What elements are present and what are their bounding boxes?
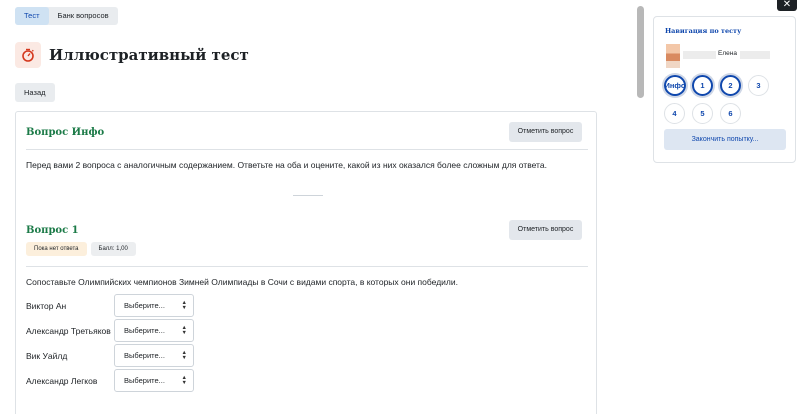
- nav-button-6[interactable]: 6: [720, 103, 741, 124]
- page-title: Иллюстративный тест: [49, 46, 249, 64]
- tab-question-bank[interactable]: Банк вопросов: [49, 7, 118, 25]
- match-row: Виктор Ан Выберите... ▲ ▼: [26, 294, 194, 317]
- finish-attempt-button[interactable]: Закончить попытку...: [664, 129, 786, 150]
- match-select[interactable]: Выберите... ▲ ▼: [114, 294, 194, 317]
- page-header: Иллюстративный тест: [15, 40, 249, 70]
- select-value: Выберите...: [124, 301, 165, 310]
- match-label: Вик Уайлд: [26, 350, 68, 361]
- stopwatch-icon: [15, 42, 41, 68]
- quiz-navigation-panel: Навигация по тесту Елена Инфо 1 2 3 4 5 …: [653, 16, 796, 163]
- separator: [293, 195, 323, 196]
- match-row: Вик Уайлд Выберите... ▲ ▼: [26, 344, 194, 367]
- quiz-navigation-title: Навигация по тесту: [665, 27, 742, 35]
- nav-button-info[interactable]: Инфо: [664, 75, 686, 96]
- match-row: Александр Третьяков Выберите... ▲ ▼: [26, 319, 194, 342]
- avatar: [666, 44, 680, 68]
- match-select[interactable]: Выберите... ▲ ▼: [114, 319, 194, 342]
- nav-button-2[interactable]: 2: [720, 75, 741, 96]
- nav-button-5[interactable]: 5: [692, 103, 713, 124]
- select-value: Выберите...: [124, 351, 165, 360]
- question-info-header: Вопрос Инфо Отметить вопрос: [26, 122, 582, 142]
- grade-badge: Балл: 1,00: [90, 242, 136, 256]
- question-1-info: Пока нет ответа Балл: 1,00: [26, 242, 136, 256]
- flag-question-button[interactable]: Отметить вопрос: [509, 220, 582, 240]
- divider: [26, 266, 588, 267]
- question-1-title: Вопрос 1: [26, 224, 79, 236]
- match-select[interactable]: Выберите... ▲ ▼: [114, 369, 194, 392]
- question-1-text: Сопоставьте Олимпийских чемпионов Зимней…: [26, 277, 458, 287]
- nav-button-4[interactable]: 4: [664, 103, 685, 124]
- question-info-text: Перед вами 2 вопроса с аналогичным содер…: [26, 160, 547, 170]
- select-value: Выберите...: [124, 376, 165, 385]
- question-card: Вопрос Инфо Отметить вопрос Перед вами 2…: [15, 111, 597, 414]
- status-badge: Пока нет ответа: [26, 242, 87, 256]
- match-label: Александр Третьяков: [26, 325, 111, 336]
- secondary-navigation: Тест Банк вопросов: [15, 7, 118, 25]
- nav-button-1[interactable]: 1: [692, 75, 713, 96]
- match-label: Виктор Ан: [26, 300, 67, 311]
- blurred-name: [683, 51, 716, 59]
- flag-question-button[interactable]: Отметить вопрос: [509, 122, 582, 142]
- select-value: Выберите...: [124, 326, 165, 335]
- question-1-header: Вопрос 1 Отметить вопрос: [26, 220, 582, 240]
- close-icon[interactable]: ✕: [777, 0, 797, 11]
- question-info-title: Вопрос Инфо: [26, 126, 105, 138]
- match-row: Александр Легков Выберите... ▲ ▼: [26, 369, 194, 392]
- match-label: Александр Легков: [26, 375, 98, 386]
- select-arrows-icon: ▲ ▼: [181, 299, 187, 311]
- user-name: Елена: [718, 50, 737, 57]
- tab-quiz[interactable]: Тест: [15, 7, 49, 25]
- blurred-name: [740, 51, 770, 59]
- select-arrows-icon: ▲ ▼: [181, 349, 187, 361]
- back-button[interactable]: Назад: [15, 83, 55, 102]
- match-select[interactable]: Выберите... ▲ ▼: [114, 344, 194, 367]
- divider: [26, 149, 588, 150]
- select-arrows-icon: ▲ ▼: [181, 324, 187, 336]
- select-arrows-icon: ▲ ▼: [181, 374, 187, 386]
- page-scrollbar[interactable]: [637, 6, 644, 98]
- nav-button-3[interactable]: 3: [748, 75, 769, 96]
